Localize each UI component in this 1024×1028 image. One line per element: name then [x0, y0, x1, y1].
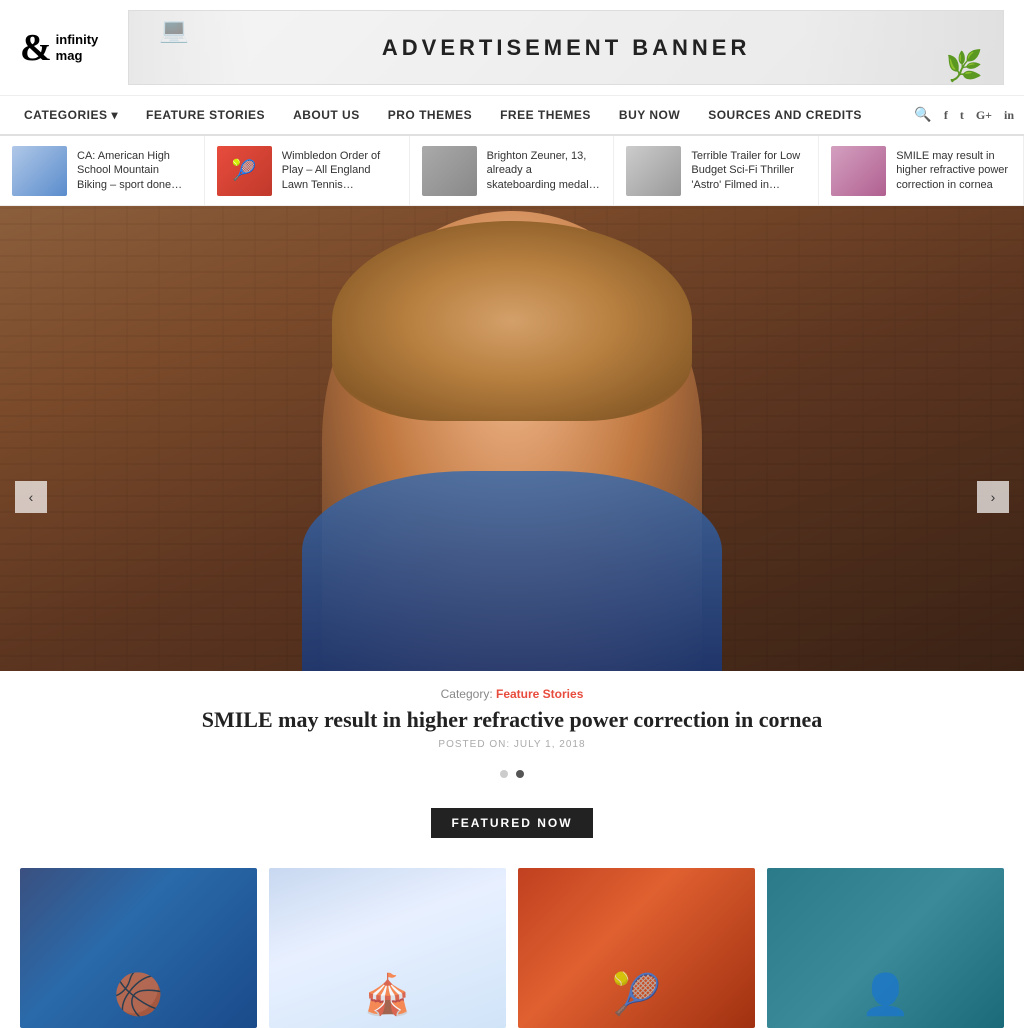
googleplus-icon[interactable]: G+ — [976, 108, 992, 123]
logo-ampersand: & — [20, 29, 52, 67]
ticker-thumb: 🎾 — [217, 146, 272, 196]
nav-pro-themes[interactable]: PRO THEMES — [374, 96, 486, 134]
slider-dot-1[interactable] — [500, 770, 508, 778]
slider-category-link[interactable]: Feature Stories — [496, 687, 583, 701]
featured-card-1[interactable]: 🏀 — [20, 868, 257, 1028]
featured-card-image: 🏀 — [20, 868, 257, 1028]
ticker-title: CA: American High School Mountain Biking… — [77, 149, 192, 192]
featured-grid: 🏀 🎪 🎾 👤 — [20, 868, 1004, 1028]
slider-category: Category: Feature Stories — [60, 687, 964, 701]
twitter-icon[interactable]: t — [960, 108, 964, 123]
slider-dots — [0, 760, 1024, 788]
ticker-item[interactable]: Terrible Trailer for Low Budget Sci-Fi T… — [614, 136, 819, 205]
nav-items: CATEGORIES ▾ FEATURE STORIES ABOUT US PR… — [10, 96, 876, 134]
ticker-item[interactable]: SMILE may result in higher refractive po… — [819, 136, 1024, 205]
ticker-thumb — [422, 146, 477, 196]
featured-card-3[interactable]: 🎾 — [518, 868, 755, 1028]
ticker-title: SMILE may result in higher refractive po… — [896, 149, 1011, 192]
slider-meta: POSTED ON: JULY 1, 2018 — [60, 739, 964, 750]
slider-title: SMILE may result in higher refractive po… — [60, 707, 964, 733]
featured-card-2[interactable]: 🎪 — [269, 868, 506, 1028]
slider-prev-button[interactable]: ‹ — [15, 481, 47, 513]
ticker-title: Brighton Zeuner, 13, already a skateboar… — [487, 149, 602, 192]
slider-image — [0, 206, 1024, 671]
featured-card-image: 🎪 — [269, 868, 506, 1028]
featured-label: Featured Now — [431, 808, 592, 838]
nav-feature-stories[interactable]: FEATURE STORIES — [132, 96, 279, 134]
ticker-thumb — [12, 146, 67, 196]
nav-categories[interactable]: CATEGORIES ▾ — [10, 96, 132, 134]
ticker-item[interactable]: CA: American High School Mountain Biking… — [0, 136, 205, 205]
main-nav: CATEGORIES ▾ FEATURE STORIES ABOUT US PR… — [0, 96, 1024, 136]
featured-section: Featured Now 🏀 🎪 🎾 👤 — [0, 788, 1024, 1028]
logo[interactable]: & infinity mag — [20, 29, 98, 67]
slider-dot-2[interactable] — [516, 770, 524, 778]
ticker-item[interactable]: Brighton Zeuner, 13, already a skateboar… — [410, 136, 615, 205]
facebook-icon[interactable]: f — [944, 108, 948, 123]
nav-right-icons: 🔍 f t G+ in — [914, 107, 1014, 124]
ad-banner: 💻 ADVERTISEMENT BANNER 🌿 — [128, 10, 1004, 85]
nav-sources-credits[interactable]: SOURCES AND CREDITS — [694, 96, 876, 134]
featured-card-4[interactable]: 👤 — [767, 868, 1004, 1028]
slider-caption: Category: Feature Stories SMILE may resu… — [0, 671, 1024, 760]
search-icon[interactable]: 🔍 — [914, 107, 931, 124]
featured-card-image: 🎾 — [518, 868, 755, 1028]
logo-text: infinity mag — [56, 32, 99, 63]
ticker-thumb — [626, 146, 681, 196]
linkedin-icon[interactable]: in — [1004, 108, 1014, 123]
news-ticker: CA: American High School Mountain Biking… — [0, 136, 1024, 206]
featured-card-image: 👤 — [767, 868, 1004, 1028]
nav-buy-now[interactable]: BUY NOW — [605, 96, 694, 134]
nav-free-themes[interactable]: FREE THEMES — [486, 96, 605, 134]
ad-plant-icon: 🌿 — [946, 49, 983, 84]
chevron-down-icon: ▾ — [111, 108, 118, 122]
hero-slider: ‹ › Category: Feature Stories SMILE may … — [0, 206, 1024, 788]
nav-about-us[interactable]: ABOUT US — [279, 96, 374, 134]
ticker-title: Wimbledon Order of Play – All England La… — [282, 149, 397, 192]
ticker-item[interactable]: 🎾 Wimbledon Order of Play – All England … — [205, 136, 410, 205]
slider-next-button[interactable]: › — [977, 481, 1009, 513]
header: & infinity mag 💻 ADVERTISEMENT BANNER 🌿 — [0, 0, 1024, 96]
ticker-title: Terrible Trailer for Low Budget Sci-Fi T… — [691, 149, 806, 192]
ticker-thumb — [831, 146, 886, 196]
